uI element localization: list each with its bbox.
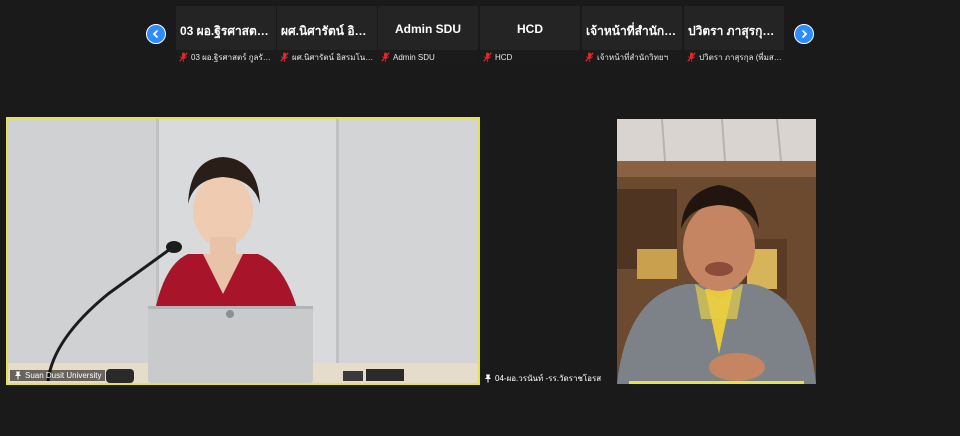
mic-muted-icon xyxy=(585,52,594,62)
participant-name: 03 ผอ.ฐิรศาสตร์... xyxy=(180,24,272,38)
participant-thumbnail[interactable]: ผศ.นิศารัตน์ อิสร... ผศ.นิศารัตน์ อิสรมโ… xyxy=(277,6,377,64)
participant-video-frame xyxy=(617,119,816,384)
participant-thumbnail[interactable]: Admin SDU Admin SDU xyxy=(378,6,478,64)
participant-name: เจ้าหน้าที่สำนักวิท... xyxy=(586,24,678,38)
video-name-tag: Suan Dusit University xyxy=(10,370,106,381)
participant-thumbnail[interactable]: เจ้าหน้าที่สำนักวิท... เจ้าหน้าที่สำนักว… xyxy=(582,6,682,64)
mic-muted-icon xyxy=(381,52,390,62)
participant-name: ปวิตรา ภาสุรกุล (... xyxy=(688,24,780,38)
participant-name: ผศ.นิศารัตน์ อิสร... xyxy=(281,24,373,38)
participant-label: Admin SDU xyxy=(378,50,478,64)
previous-page-button[interactable] xyxy=(146,24,166,44)
mic-muted-icon xyxy=(179,52,188,62)
mic-muted-icon xyxy=(687,52,696,62)
active-speaker-video-tile[interactable]: Suan Dusit University xyxy=(6,117,480,385)
participant-label: HCD xyxy=(480,50,580,64)
participant-thumbnail[interactable]: 03 ผอ.ฐิรศาสตร์... 03 ผอ.ฐิรศาสตร์ กูลรั… xyxy=(176,6,276,64)
next-page-button[interactable] xyxy=(794,24,814,44)
speaker-video-frame xyxy=(8,119,478,383)
participant-label: ผศ.นิศารัตน์ อิสรมโนรส-ม.ส... xyxy=(277,50,377,64)
chevron-left-icon xyxy=(152,29,159,39)
video-name-tag: 04-ผอ.วรนันท์ -รร.วัดราชโอรส xyxy=(484,372,601,385)
participant-video-tile[interactable] xyxy=(617,119,816,384)
participant-name: HCD xyxy=(517,22,543,36)
participant-thumbnail[interactable]: HCD HCD xyxy=(480,6,580,64)
participant-strip: 03 ผอ.ฐิรศาสตร์... 03 ผอ.ฐิรศาสตร์ กูลรั… xyxy=(0,6,960,64)
mic-muted-icon xyxy=(483,52,492,62)
participant-label: 03 ผอ.ฐิรศาสตร์ กูลรัมย์ ... xyxy=(176,50,276,64)
pin-icon xyxy=(15,371,21,380)
participant-label: เจ้าหน้าที่สำนักวิทยฯ xyxy=(582,50,682,64)
participant-name: Admin SDU xyxy=(395,22,461,36)
mic-muted-icon xyxy=(280,52,289,62)
pin-icon xyxy=(485,374,491,383)
participant-thumbnail[interactable]: ปวิตรา ภาสุรกุล (... ปวิตรา ภาสุรกุล (พี… xyxy=(684,6,784,64)
chevron-right-icon xyxy=(801,29,808,39)
participant-label: ปวิตรา ภาสุรกุล (พี่มสรุป) xyxy=(684,50,784,64)
